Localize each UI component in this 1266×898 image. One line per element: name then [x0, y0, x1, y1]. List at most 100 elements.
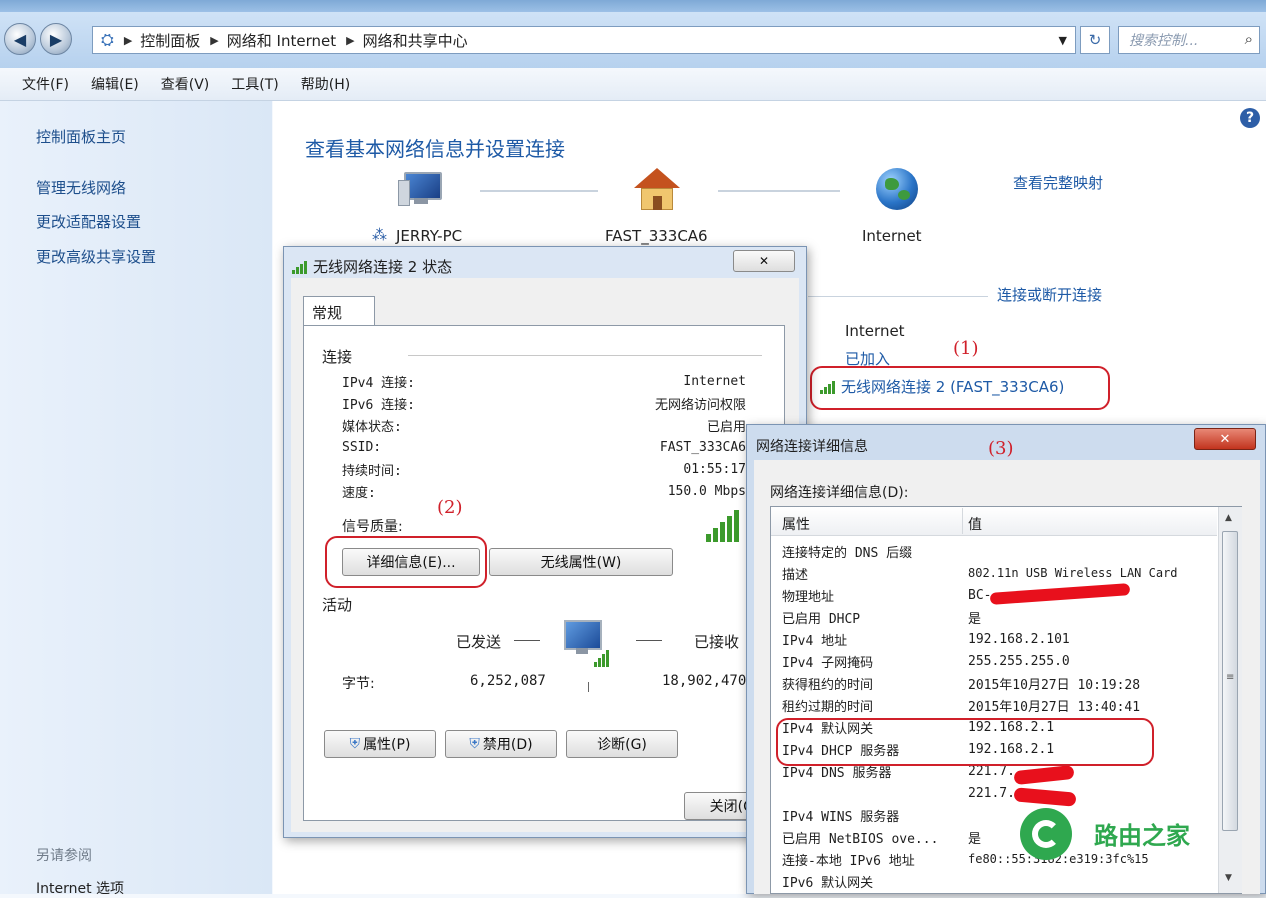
- map-link-line: [718, 190, 840, 192]
- forward-button[interactable]: ▶: [40, 23, 72, 55]
- router-home-icon: [634, 168, 680, 210]
- bytes-sent-value: 6,252,087: [470, 673, 546, 689]
- page-title: 查看基本网络信息并设置连接: [305, 137, 565, 161]
- bytes-label: 字节:: [342, 676, 375, 692]
- column-header-value[interactable]: 值: [968, 514, 982, 534]
- info-value: 01:55:17: [683, 461, 746, 477]
- wireless-properties-button[interactable]: 无线属性(W): [489, 548, 673, 576]
- menu-help[interactable]: 帮助(H): [301, 74, 350, 94]
- property-cell: IPv4 WINS 服务器: [782, 809, 900, 825]
- close-icon: ✕: [1219, 431, 1231, 447]
- details-list-label: 网络连接详细信息(D):: [770, 485, 909, 501]
- property-cell: 连接特定的 DNS 后缀: [782, 545, 913, 561]
- table-row[interactable]: IPv4 地址 192.168.2.101: [782, 628, 1214, 650]
- info-value: Internet: [683, 373, 746, 389]
- menu-view[interactable]: 查看(V): [161, 74, 210, 94]
- breadcrumb-control-panel[interactable]: 控制面板: [140, 30, 200, 51]
- scroll-down-icon[interactable]: ▼: [1225, 873, 1232, 883]
- property-cell: 获得租约的时间: [782, 677, 874, 693]
- property-cell: 租约过期的时间: [782, 699, 874, 715]
- property-cell: 已启用 NetBIOS ove...: [782, 831, 939, 847]
- properties-button-label: 属性(P): [363, 737, 411, 753]
- sidebar-item-advanced-sharing[interactable]: 更改高级共享设置: [36, 246, 156, 267]
- details-scrollbar[interactable]: ▲ ≡ ▼: [1218, 507, 1242, 893]
- info-row: SSID: FAST_333CA6: [342, 436, 746, 458]
- activity-line: [636, 640, 662, 641]
- breadcrumb-network-internet[interactable]: 网络和 Internet: [227, 30, 336, 51]
- breadcrumb-network-sharing-center[interactable]: 网络和共享中心: [363, 30, 468, 51]
- annotation-1: (1): [953, 338, 979, 359]
- info-label: 速度:: [342, 485, 376, 501]
- view-full-map-link[interactable]: 查看完整映射: [1013, 172, 1103, 193]
- map-link-line: [480, 190, 598, 192]
- column-divider[interactable]: [962, 508, 963, 534]
- diagnose-button[interactable]: 诊断(G): [566, 730, 678, 758]
- table-row[interactable]: 描述 802.11n USB Wireless LAN Card: [782, 562, 1214, 584]
- table-row[interactable]: 221.7.: [782, 782, 1214, 804]
- shield-icon: ⛨: [349, 736, 361, 752]
- search-input[interactable]: 搜索控制... ⌕: [1118, 26, 1260, 54]
- scrollbar-thumb[interactable]: ≡: [1222, 531, 1238, 831]
- property-cell: IPv4 地址: [782, 633, 848, 649]
- breadcrumb-separator-icon: ▶: [346, 33, 355, 47]
- property-cell: 已启用 DHCP: [782, 611, 861, 627]
- wireless-connection-link[interactable]: 无线网络连接 2 (FAST_333CA6): [820, 376, 1064, 397]
- node-label-internet: Internet: [862, 227, 922, 245]
- menu-file[interactable]: 文件(F): [22, 74, 69, 94]
- table-row[interactable]: IPv6 默认网关: [782, 870, 1214, 892]
- connect-disconnect-link[interactable]: 连接或断开连接: [997, 284, 1102, 305]
- address-dropdown-icon[interactable]: ▼: [1059, 34, 1067, 47]
- annotation-2: (2): [437, 497, 463, 518]
- property-cell: IPv6 默认网关: [782, 875, 874, 891]
- table-row[interactable]: 已启用 DHCP 是: [782, 606, 1214, 628]
- properties-button[interactable]: ⛨ 属性(P): [324, 730, 436, 758]
- disable-button[interactable]: ⛨ 禁用(D): [445, 730, 557, 758]
- details-dialog-title: 网络连接详细信息: [756, 439, 868, 455]
- annotation-3: (3): [988, 438, 1014, 459]
- status-dialog-close-button[interactable]: ✕: [733, 250, 795, 272]
- tab-general[interactable]: 常规: [303, 296, 375, 326]
- info-row: IPv4 连接: Internet: [342, 370, 746, 392]
- value-cell: 2015年10月27日 13:40:41: [968, 699, 1141, 715]
- help-icon[interactable]: ?: [1240, 108, 1260, 128]
- details-dialog-close-button[interactable]: ✕: [1194, 428, 1256, 450]
- section-divider: [408, 355, 762, 356]
- disable-button-label: 禁用(D): [482, 737, 533, 753]
- back-button[interactable]: ◀: [4, 23, 36, 55]
- see-also-heading: 另请参阅: [36, 848, 92, 864]
- menu-edit[interactable]: 编辑(E): [91, 74, 139, 94]
- search-icon: ⌕: [1244, 30, 1253, 48]
- activity-computers-icon: [560, 616, 616, 670]
- details-button[interactable]: 详细信息(E)...: [342, 548, 480, 576]
- table-row[interactable]: 连接-本地 IPv6 地址 fe80::55:3182:e319:3fc%15: [782, 848, 1214, 870]
- menu-tools[interactable]: 工具(T): [231, 74, 278, 94]
- value-cell: 2015年10月27日 10:19:28: [968, 677, 1141, 693]
- sidebar-item-manage-wireless[interactable]: 管理无线网络: [36, 177, 126, 198]
- property-cell: 物理地址: [782, 589, 835, 605]
- property-cell: IPv4 子网掩码: [782, 655, 874, 671]
- address-bar[interactable]: ⛭ ▶ 控制面板 ▶ 网络和 Internet ▶ 网络和共享中心 ▼: [92, 26, 1076, 54]
- value-cell: 192.168.2.101: [968, 631, 1070, 647]
- table-row[interactable]: IPv4 子网掩码 255.255.255.0: [782, 650, 1214, 672]
- details-list-header: [771, 507, 1217, 536]
- table-row[interactable]: 连接特定的 DNS 后缀: [782, 540, 1214, 562]
- refresh-button[interactable]: ↻: [1080, 26, 1110, 54]
- connection-heading: 连接: [322, 348, 353, 366]
- back-arrow-icon: ◀: [13, 29, 27, 49]
- value-cell: 802.11n USB Wireless LAN Card: [968, 566, 1178, 580]
- shield-icon: ⛨: [469, 736, 480, 752]
- sidebar-item-control-panel-home[interactable]: 控制面板主页: [36, 126, 126, 147]
- value-cell: 是: [968, 831, 982, 847]
- info-row: 媒体状态: 已启用: [342, 414, 746, 436]
- table-row[interactable]: 租约过期的时间 2015年10月27日 13:40:41: [782, 694, 1214, 716]
- node-label-router: FAST_333CA6: [605, 227, 708, 245]
- scroll-up-icon[interactable]: ▲: [1225, 513, 1232, 523]
- sidebar-item-change-adapter[interactable]: 更改适配器设置: [36, 211, 141, 232]
- breadcrumb-separator-icon: ▶: [123, 33, 133, 47]
- column-header-property[interactable]: 属性: [782, 514, 810, 534]
- signal-strength-icon: [706, 510, 739, 542]
- table-row[interactable]: 获得租约的时间 2015年10月27日 10:19:28: [782, 672, 1214, 694]
- info-value: 已启用: [706, 419, 746, 435]
- sidebar-item-internet-options[interactable]: Internet 选项: [36, 878, 124, 898]
- wireless-connection-label: 无线网络连接 2 (FAST_333CA6): [841, 378, 1065, 396]
